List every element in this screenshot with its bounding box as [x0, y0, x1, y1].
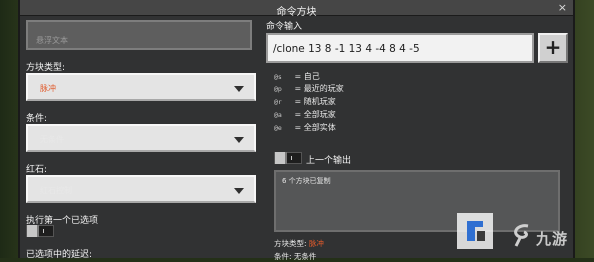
chevron-down-icon — [234, 188, 244, 194]
selector-help-row: @r = 随机玩家 — [274, 96, 336, 107]
selector-help-row: @p = 最近的玩家 — [274, 83, 344, 94]
condition-label: 条件: — [26, 114, 48, 124]
selector-help-row: @s = 自己 — [274, 71, 320, 82]
toggle-knob — [275, 152, 287, 164]
delay-label: 已选项中的延迟: — [26, 250, 93, 260]
previous-output-label: 上一个输出 — [306, 156, 352, 166]
selector-desc: = 自己 — [294, 72, 320, 81]
redstone-dropdown[interactable]: 红石控制 — [26, 175, 256, 203]
selector-desc: = 最近的玩家 — [294, 84, 344, 93]
selector-code: @e — [274, 124, 282, 132]
command-input[interactable]: /clone 13 8 -1 13 4 -4 8 4 -5 — [266, 33, 534, 63]
redstone-label: 红石: — [26, 165, 48, 175]
title-bar: 命令方块 × — [20, 0, 573, 18]
swirl-icon — [514, 224, 529, 247]
info-block-type-label: 方块类型: — [274, 239, 307, 248]
previous-output-toggle[interactable] — [274, 152, 302, 164]
left-settings-panel: 悬浮文本 方块类型: 脉冲 条件: 无条件 红石: 红石控制 执行第一个已选项 … — [26, 20, 256, 260]
watermark-text: 九游 — [536, 230, 569, 248]
info-condition: 条件: 无条件 — [274, 251, 316, 262]
plus-button[interactable]: + — [538, 33, 568, 63]
watermark-logo-icon — [457, 213, 493, 249]
block-type-dropdown[interactable]: 脉冲 — [26, 73, 256, 101]
toggle-indicator — [43, 229, 44, 233]
selector-desc: = 全部玩家 — [294, 110, 336, 119]
previous-output-text: 6 个方块已复制 — [282, 177, 331, 185]
selector-help-row: @a = 全部玩家 — [274, 109, 336, 120]
info-condition-label: 条件: — [274, 252, 292, 261]
close-icon[interactable]: × — [558, 1, 567, 14]
toggle-knob — [27, 225, 39, 237]
chevron-down-icon — [234, 137, 244, 143]
info-block-type: 方块类型: 脉冲 — [274, 238, 324, 249]
redstone-value: 红石控制 — [40, 186, 72, 195]
toggle-indicator — [291, 156, 292, 160]
block-type-label: 方块类型: — [26, 63, 66, 73]
selector-code: @a — [274, 111, 282, 119]
info-block-type-value: 脉冲 — [308, 239, 324, 248]
selector-desc: = 随机玩家 — [294, 97, 336, 106]
execute-first-toggle[interactable] — [26, 225, 54, 237]
selector-code: @s — [274, 73, 282, 81]
selector-help-row: @e = 全部实体 — [274, 122, 336, 133]
block-type-value: 脉冲 — [40, 84, 56, 93]
condition-dropdown[interactable]: 无条件 — [26, 124, 256, 152]
command-input-label: 命令输入 — [266, 22, 303, 32]
chevron-down-icon — [234, 86, 244, 92]
hover-text-input[interactable]: 悬浮文本 — [26, 20, 252, 50]
condition-value: 无条件 — [40, 135, 64, 144]
info-condition-value: 无条件 — [293, 252, 317, 261]
selector-desc: = 全部实体 — [294, 123, 336, 132]
selector-code: @p — [274, 85, 282, 93]
selector-code: @r — [274, 98, 282, 106]
